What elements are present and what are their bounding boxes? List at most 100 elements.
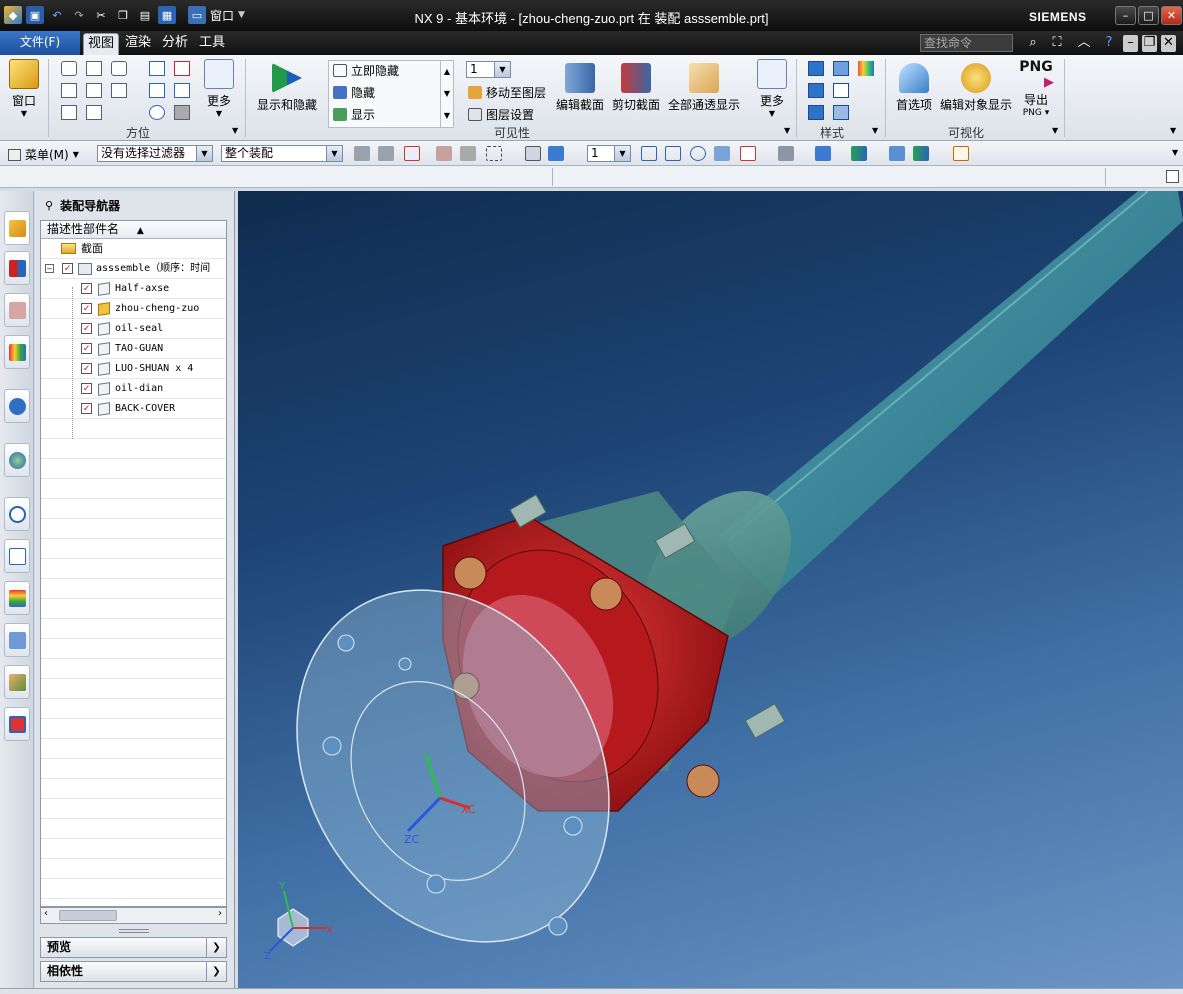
toolbar-pan-icon[interactable] bbox=[714, 146, 730, 161]
visualize-group-arrow-icon[interactable]: ▼ bbox=[1052, 126, 1058, 135]
sort-ascending-icon[interactable]: ▲ bbox=[137, 226, 144, 236]
tree-row-assembly[interactable]: – ✓ asssemble（顺序：时间 bbox=[41, 259, 226, 279]
assembly-navigator-tab[interactable] bbox=[4, 211, 30, 245]
style-group-arrow-icon[interactable]: ▼ bbox=[872, 126, 878, 135]
show-button[interactable]: 显示 bbox=[333, 106, 375, 123]
toolbar-clip-icon[interactable] bbox=[913, 146, 929, 161]
zoom-icon[interactable] bbox=[174, 61, 190, 76]
preferences-button[interactable]: 首选项 bbox=[894, 63, 934, 113]
bolt-hole[interactable] bbox=[453, 556, 487, 590]
doc-minimize-button[interactable]: – bbox=[1123, 35, 1138, 52]
part-checkbox[interactable]: ✓ bbox=[81, 323, 92, 334]
toolbar-expand-icon[interactable] bbox=[1166, 170, 1179, 183]
toolbar-zoom-icon[interactable] bbox=[665, 146, 681, 161]
file-menu-tab[interactable]: 文件(F) bbox=[0, 31, 80, 55]
window-button[interactable]: 窗口 ▼ bbox=[6, 59, 42, 118]
hide-button[interactable]: 隐藏 bbox=[333, 84, 375, 101]
minimize-button[interactable]: – bbox=[1115, 6, 1136, 25]
toolbar-show-hide-icon[interactable] bbox=[851, 146, 867, 161]
toolbar-rotate-icon[interactable] bbox=[690, 146, 706, 161]
view-left-icon[interactable] bbox=[111, 83, 127, 98]
partial-shade-icon[interactable] bbox=[833, 105, 849, 120]
layer-select[interactable]: 1 ▼ bbox=[466, 61, 511, 78]
close-button[interactable]: ✕ bbox=[1161, 6, 1182, 25]
select-curve-icon[interactable] bbox=[436, 146, 452, 161]
box-select-icon[interactable] bbox=[486, 146, 502, 161]
pan-icon[interactable] bbox=[174, 83, 190, 98]
reuse-library-tab[interactable] bbox=[4, 335, 30, 369]
bolt[interactable] bbox=[744, 703, 786, 739]
tab-tools[interactable]: 工具 bbox=[195, 33, 229, 55]
show-hide-button[interactable]: 显示和隐藏 bbox=[254, 63, 320, 113]
toolbar-render-style-icon[interactable] bbox=[778, 146, 794, 161]
tree-row-part[interactable]: ✓ oil-dian bbox=[41, 379, 226, 399]
part-checkbox[interactable]: ✓ bbox=[81, 343, 92, 354]
feature-selection-icon[interactable] bbox=[378, 146, 394, 161]
view-isometric-icon[interactable] bbox=[111, 61, 127, 76]
splitter-handle[interactable] bbox=[119, 929, 149, 933]
tab-analysis[interactable]: 分析 bbox=[158, 33, 192, 55]
restore-view-icon[interactable] bbox=[174, 105, 190, 120]
history-tab[interactable] bbox=[4, 497, 30, 531]
scroll-left-icon[interactable]: ‹ bbox=[44, 908, 48, 919]
shaded-edges-icon[interactable] bbox=[808, 61, 824, 76]
scroll-right-icon[interactable]: › bbox=[218, 908, 222, 919]
tab-view[interactable]: 视图 bbox=[83, 33, 120, 55]
toolbar-layer-select[interactable]: 1 ▼ bbox=[587, 145, 631, 162]
toolbar-measure-icon[interactable] bbox=[953, 146, 969, 161]
fit-icon[interactable] bbox=[149, 61, 165, 76]
wireframe-icon[interactable] bbox=[833, 83, 849, 98]
part-checkbox[interactable]: ✓ bbox=[81, 303, 92, 314]
toolbar-options-arrow-icon[interactable]: ▼ bbox=[1172, 148, 1178, 157]
tree-horizontal-scrollbar[interactable]: ‹ › bbox=[40, 907, 227, 924]
collapse-toggle-icon[interactable]: – bbox=[45, 264, 54, 273]
view-trimetric-icon[interactable] bbox=[61, 61, 77, 76]
select-body-icon[interactable] bbox=[525, 146, 541, 161]
tree-row-part[interactable]: ✓ LUO-SHUAN x 4 bbox=[41, 359, 226, 379]
studio-icon[interactable] bbox=[858, 61, 874, 76]
hd3d-tab[interactable] bbox=[4, 389, 30, 423]
orientation-group-arrow-icon[interactable]: ▼ bbox=[232, 126, 238, 135]
visibility-group-arrow-icon[interactable]: ▼ bbox=[784, 126, 790, 135]
wireframe-dim-icon[interactable] bbox=[808, 83, 824, 98]
immediate-hide-button[interactable]: 立即隐藏 bbox=[333, 62, 399, 79]
bolt-hole[interactable] bbox=[686, 764, 720, 798]
part-checkbox[interactable]: ✓ bbox=[81, 403, 92, 414]
edit-object-display-button[interactable]: 编辑对象显示 bbox=[940, 63, 1012, 113]
shaded-icon[interactable] bbox=[833, 61, 849, 76]
doc-restore-button[interactable]: ❐ bbox=[1142, 35, 1157, 52]
orientation-more-button[interactable]: 更多 ▼ bbox=[202, 59, 236, 118]
rotate-icon[interactable] bbox=[149, 105, 165, 120]
search-icon[interactable]: ⌕ bbox=[1024, 35, 1042, 52]
view-back-icon[interactable] bbox=[86, 105, 102, 120]
view-right-icon[interactable] bbox=[86, 83, 102, 98]
column-header-description[interactable]: 描述性部件名 ▲ bbox=[41, 221, 226, 239]
toolbar-orient-icon[interactable] bbox=[740, 146, 756, 161]
snap-point-icon[interactable] bbox=[404, 146, 420, 161]
constraint-navigator-tab[interactable] bbox=[4, 251, 30, 285]
ribbon-options-arrow-icon[interactable]: ▼ bbox=[1170, 126, 1176, 135]
select-component-icon[interactable] bbox=[548, 146, 564, 161]
doc-close-button[interactable]: ✕ bbox=[1161, 35, 1176, 52]
hidden-edges-icon[interactable] bbox=[808, 105, 824, 120]
part-checkbox[interactable]: ✓ bbox=[81, 363, 92, 374]
part-checkbox[interactable]: ✓ bbox=[81, 383, 92, 394]
fullscreen-icon[interactable]: ⛶ bbox=[1048, 35, 1066, 52]
roles-tab[interactable] bbox=[4, 665, 30, 699]
menu-button[interactable]: 菜单(M) ▼ bbox=[8, 146, 79, 163]
tree-row-part[interactable]: ✓ oil-seal bbox=[41, 319, 226, 339]
toolbar-section-icon[interactable] bbox=[889, 146, 905, 161]
part-checkbox[interactable]: ✓ bbox=[81, 283, 92, 294]
system-materials-tab[interactable] bbox=[4, 539, 30, 573]
preview-panel-header[interactable]: 预览 ❯ bbox=[40, 937, 227, 958]
tab-render[interactable]: 渲染 bbox=[121, 33, 155, 55]
assembly-checkbox[interactable]: ✓ bbox=[62, 263, 73, 274]
scroll-thumb[interactable] bbox=[59, 910, 117, 921]
assembly-model-render[interactable]: ZC XC X Y Z bbox=[238, 191, 1183, 988]
tree-row-part[interactable]: ✓ Half-axse bbox=[41, 279, 226, 299]
general-selection-icon[interactable] bbox=[354, 146, 370, 161]
tree-row-part[interactable]: ✓ BACK-COVER bbox=[41, 399, 226, 419]
toolbar-fit-icon[interactable] bbox=[641, 146, 657, 161]
tree-row-part[interactable]: ✓ TAO-GUAN bbox=[41, 339, 226, 359]
gallery-scroll[interactable]: ▲ ▼ ▼ bbox=[440, 61, 453, 127]
